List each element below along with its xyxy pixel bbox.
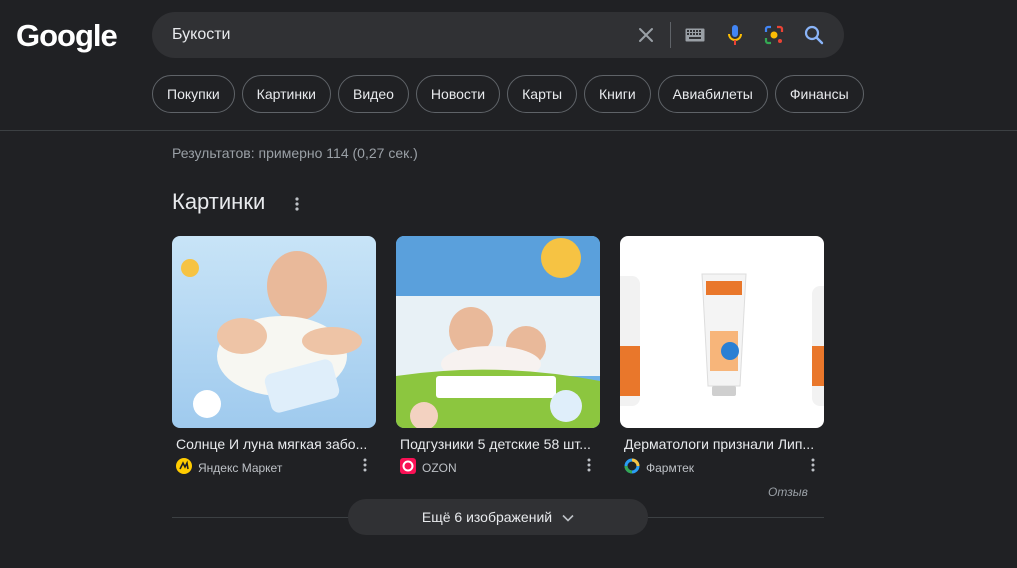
keyboard-icon[interactable] xyxy=(683,23,707,47)
image-result-card: Подгузники 5 детские 58 шт... OZON xyxy=(396,236,600,475)
more-images-label: Ещё 6 изображений xyxy=(421,509,553,525)
microphone-icon[interactable] xyxy=(723,23,747,47)
image-title[interactable]: Подгузники 5 детские 58 шт... xyxy=(400,436,596,452)
image-title[interactable]: Дерматологи признали Лип... xyxy=(624,436,820,452)
chevron-down-icon xyxy=(562,509,574,525)
chip-maps[interactable]: Карты xyxy=(507,75,578,113)
image-thumbnail[interactable] xyxy=(620,236,824,428)
chip-finance[interactable]: Финансы xyxy=(774,75,864,113)
chip-flights[interactable]: Авиабилеты xyxy=(657,75,768,113)
source-name: OZON xyxy=(422,460,457,475)
image-result-card: Солнце И луна мягкая забо... Яндекс Марк… xyxy=(172,236,376,475)
search-filter-chips: Покупки Картинки Видео Новости Карты Кни… xyxy=(152,75,864,113)
search-divider xyxy=(670,22,671,48)
camera-lens-icon[interactable] xyxy=(762,23,786,47)
image-source[interactable]: Фармтек xyxy=(624,458,694,477)
search-bar xyxy=(152,12,844,58)
image-result-card: Дерматологи признали Лип... Фармтек xyxy=(620,236,824,475)
chip-images[interactable]: Картинки xyxy=(241,75,332,113)
search-input[interactable] xyxy=(172,12,622,58)
close-icon[interactable] xyxy=(634,23,658,47)
header-divider xyxy=(0,130,1017,131)
image-source[interactable]: OZON xyxy=(400,458,457,477)
image-source[interactable]: Яндекс Маркет xyxy=(176,458,282,477)
more-vert-icon[interactable] xyxy=(356,456,374,474)
source-name: Яндекс Маркет xyxy=(198,460,283,475)
chip-shopping[interactable]: Покупки xyxy=(152,75,235,113)
chip-videos[interactable]: Видео xyxy=(338,75,409,113)
image-thumbnail[interactable] xyxy=(396,236,600,428)
chip-books[interactable]: Книги xyxy=(584,75,651,113)
images-section-title: Картинки xyxy=(172,189,266,214)
search-icon[interactable] xyxy=(802,23,826,47)
more-images-button[interactable]: Ещё 6 изображений xyxy=(348,499,648,535)
more-vert-icon[interactable] xyxy=(580,456,598,474)
more-vert-icon[interactable] xyxy=(804,456,822,474)
ozon-icon xyxy=(400,458,416,477)
image-thumbnail[interactable] xyxy=(172,236,376,428)
more-vert-icon[interactable] xyxy=(286,193,308,215)
chip-news[interactable]: Новости xyxy=(415,75,501,113)
source-name: Фармтек xyxy=(646,460,695,475)
result-stats: Результатов: примерно 114 (0,27 сек.) xyxy=(172,145,418,161)
google-logo[interactable]: Google xyxy=(16,18,118,54)
feedback-link[interactable]: Отзыв xyxy=(768,485,808,499)
image-title[interactable]: Солнце И луна мягкая забо... xyxy=(176,436,372,452)
farmtek-icon xyxy=(624,458,640,477)
yandex-market-icon xyxy=(176,458,192,477)
